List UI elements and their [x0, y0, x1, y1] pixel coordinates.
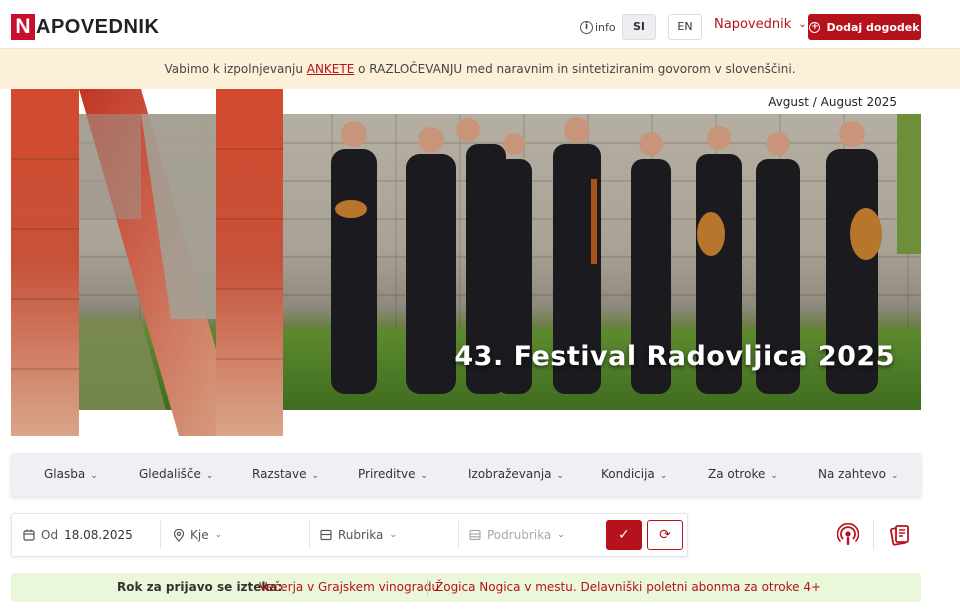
- category-label: Na zahtevo: [818, 467, 886, 481]
- lang-si-button[interactable]: SI: [622, 14, 656, 40]
- hero-title[interactable]: 43. Festival Radovljica 2025: [454, 341, 895, 372]
- chevron-down-icon: ⌄: [659, 471, 668, 481]
- category-label: Kondicija: [601, 467, 655, 481]
- bookmarks-icon[interactable]: [889, 523, 911, 547]
- category-izobrazevanja[interactable]: Izobraževanja ⌄: [468, 453, 564, 496]
- category-nav: Glasba ⌄ Gledališče ⌄ Razstave ⌄ Prireditve…: [11, 453, 921, 496]
- notice-text-before: Vabimo k izpolnjevanju: [164, 62, 307, 76]
- category-glasba[interactable]: Glasba ⌄: [44, 453, 98, 496]
- category-label: Prireditve: [358, 467, 416, 481]
- category-label: Za otroke: [708, 467, 766, 481]
- category-prireditve[interactable]: Prireditve ⌄: [358, 453, 428, 496]
- notice-text-after: o RAZLOČEVANJU med naravnim in sintetizi…: [354, 62, 796, 76]
- chevron-down-icon: ⌄: [770, 471, 778, 481]
- location-filter[interactable]: Kje ⌄: [173, 514, 222, 556]
- deadline-link-zogica[interactable]: Žogica Nogica v mestu. Delavniški poletn…: [435, 573, 821, 602]
- subcategory-filter[interactable]: Podrubrika ⌄: [469, 514, 565, 556]
- info-link[interactable]: i info: [580, 17, 616, 37]
- category-gledalisce[interactable]: Gledališče ⌄: [139, 453, 213, 496]
- deadline-label: Rok za prijavo se izteka:: [117, 580, 283, 594]
- category-razstave[interactable]: Razstave ⌄: [252, 453, 319, 496]
- survey-link[interactable]: ANKETE: [307, 62, 355, 76]
- category-filter[interactable]: Rubrika ⌄: [320, 514, 397, 556]
- logo-wordmark: APOVEDNIK: [36, 15, 160, 38]
- checkmark-icon: ✓: [618, 527, 630, 543]
- big-n-letter-graphic: [11, 89, 283, 436]
- napovednik-dropdown-label: Napovednik: [714, 17, 792, 32]
- hero-date-label: Avgust / August 2025: [762, 95, 897, 109]
- chevron-down-icon: ⌄: [214, 530, 223, 540]
- category-label: Glasba: [44, 467, 86, 481]
- subcategory-box-icon: [469, 529, 481, 541]
- reset-filter-button[interactable]: ⟳: [647, 520, 683, 550]
- napovednik-logo[interactable]: N APOVEDNIK: [11, 14, 159, 40]
- category-na-zahtevo[interactable]: Na zahtevo ⌄: [818, 453, 898, 496]
- category-label: Gledališče: [139, 467, 201, 481]
- top-header: N APOVEDNIK i info SI EN Napovednik ⌄ + …: [0, 0, 960, 52]
- chevron-down-icon: ⌄: [205, 471, 214, 481]
- chevron-down-icon: ⌄: [890, 471, 899, 481]
- chevron-down-icon: ⌄: [389, 530, 397, 540]
- category-kondicija[interactable]: Kondicija ⌄: [601, 453, 667, 496]
- date-filter-value: 18.08.2025: [64, 528, 133, 542]
- add-event-label: Dodaj dogodek: [826, 20, 920, 34]
- chevron-down-icon: ⌄: [557, 530, 565, 540]
- chevron-down-icon: ⌄: [311, 471, 320, 481]
- date-filter[interactable]: Od 18.08.2025: [23, 514, 133, 556]
- category-box-icon: [320, 529, 332, 541]
- hero-banner[interactable]: Avgust / August 2025 43. Festival Radovl…: [11, 89, 921, 436]
- chevron-down-icon: ⌄: [90, 471, 98, 481]
- date-filter-prefix: Od: [41, 528, 59, 542]
- info-label: info: [595, 20, 616, 34]
- reset-icon: ⟳: [659, 527, 671, 543]
- chevron-down-icon: ⌄: [556, 471, 565, 481]
- info-icon: i: [580, 20, 593, 34]
- deadline-link-vecerja[interactable]: Večerja v Grajskem vinogradu: [259, 573, 439, 602]
- logo-letter-n: N: [11, 14, 35, 40]
- subcategory-filter-label: Podrubrika: [487, 528, 552, 542]
- deadline-bar: Rok za prijavo se izteka: Večerja v Graj…: [11, 573, 921, 602]
- calendar-icon: [23, 529, 35, 541]
- event-filter-bar: Od 18.08.2025 Kje ⌄ Rubrika ⌄ Podrubrika…: [11, 513, 688, 557]
- napovednik-dropdown[interactable]: Napovednik ⌄: [714, 17, 807, 32]
- category-label: Razstave: [252, 467, 307, 481]
- lang-en-button[interactable]: EN: [668, 14, 702, 40]
- category-filter-label: Rubrika: [338, 528, 384, 542]
- plus-circle-icon: +: [809, 21, 821, 33]
- chevron-down-icon: ⌄: [420, 471, 429, 481]
- podcast-icon[interactable]: [837, 523, 859, 547]
- add-event-button[interactable]: + Dodaj dogodek: [808, 14, 921, 40]
- chevron-down-icon: ⌄: [798, 19, 807, 30]
- category-za-otroke[interactable]: Za otroke ⌄: [708, 453, 778, 496]
- survey-notice-bar: Vabimo k izpolnjevanju ANKETE o RAZLOČEV…: [0, 48, 960, 89]
- map-pin-icon: [173, 528, 185, 542]
- apply-filter-button[interactable]: ✓: [606, 520, 642, 550]
- location-filter-label: Kje: [190, 528, 209, 542]
- category-label: Izobraževanja: [468, 467, 552, 481]
